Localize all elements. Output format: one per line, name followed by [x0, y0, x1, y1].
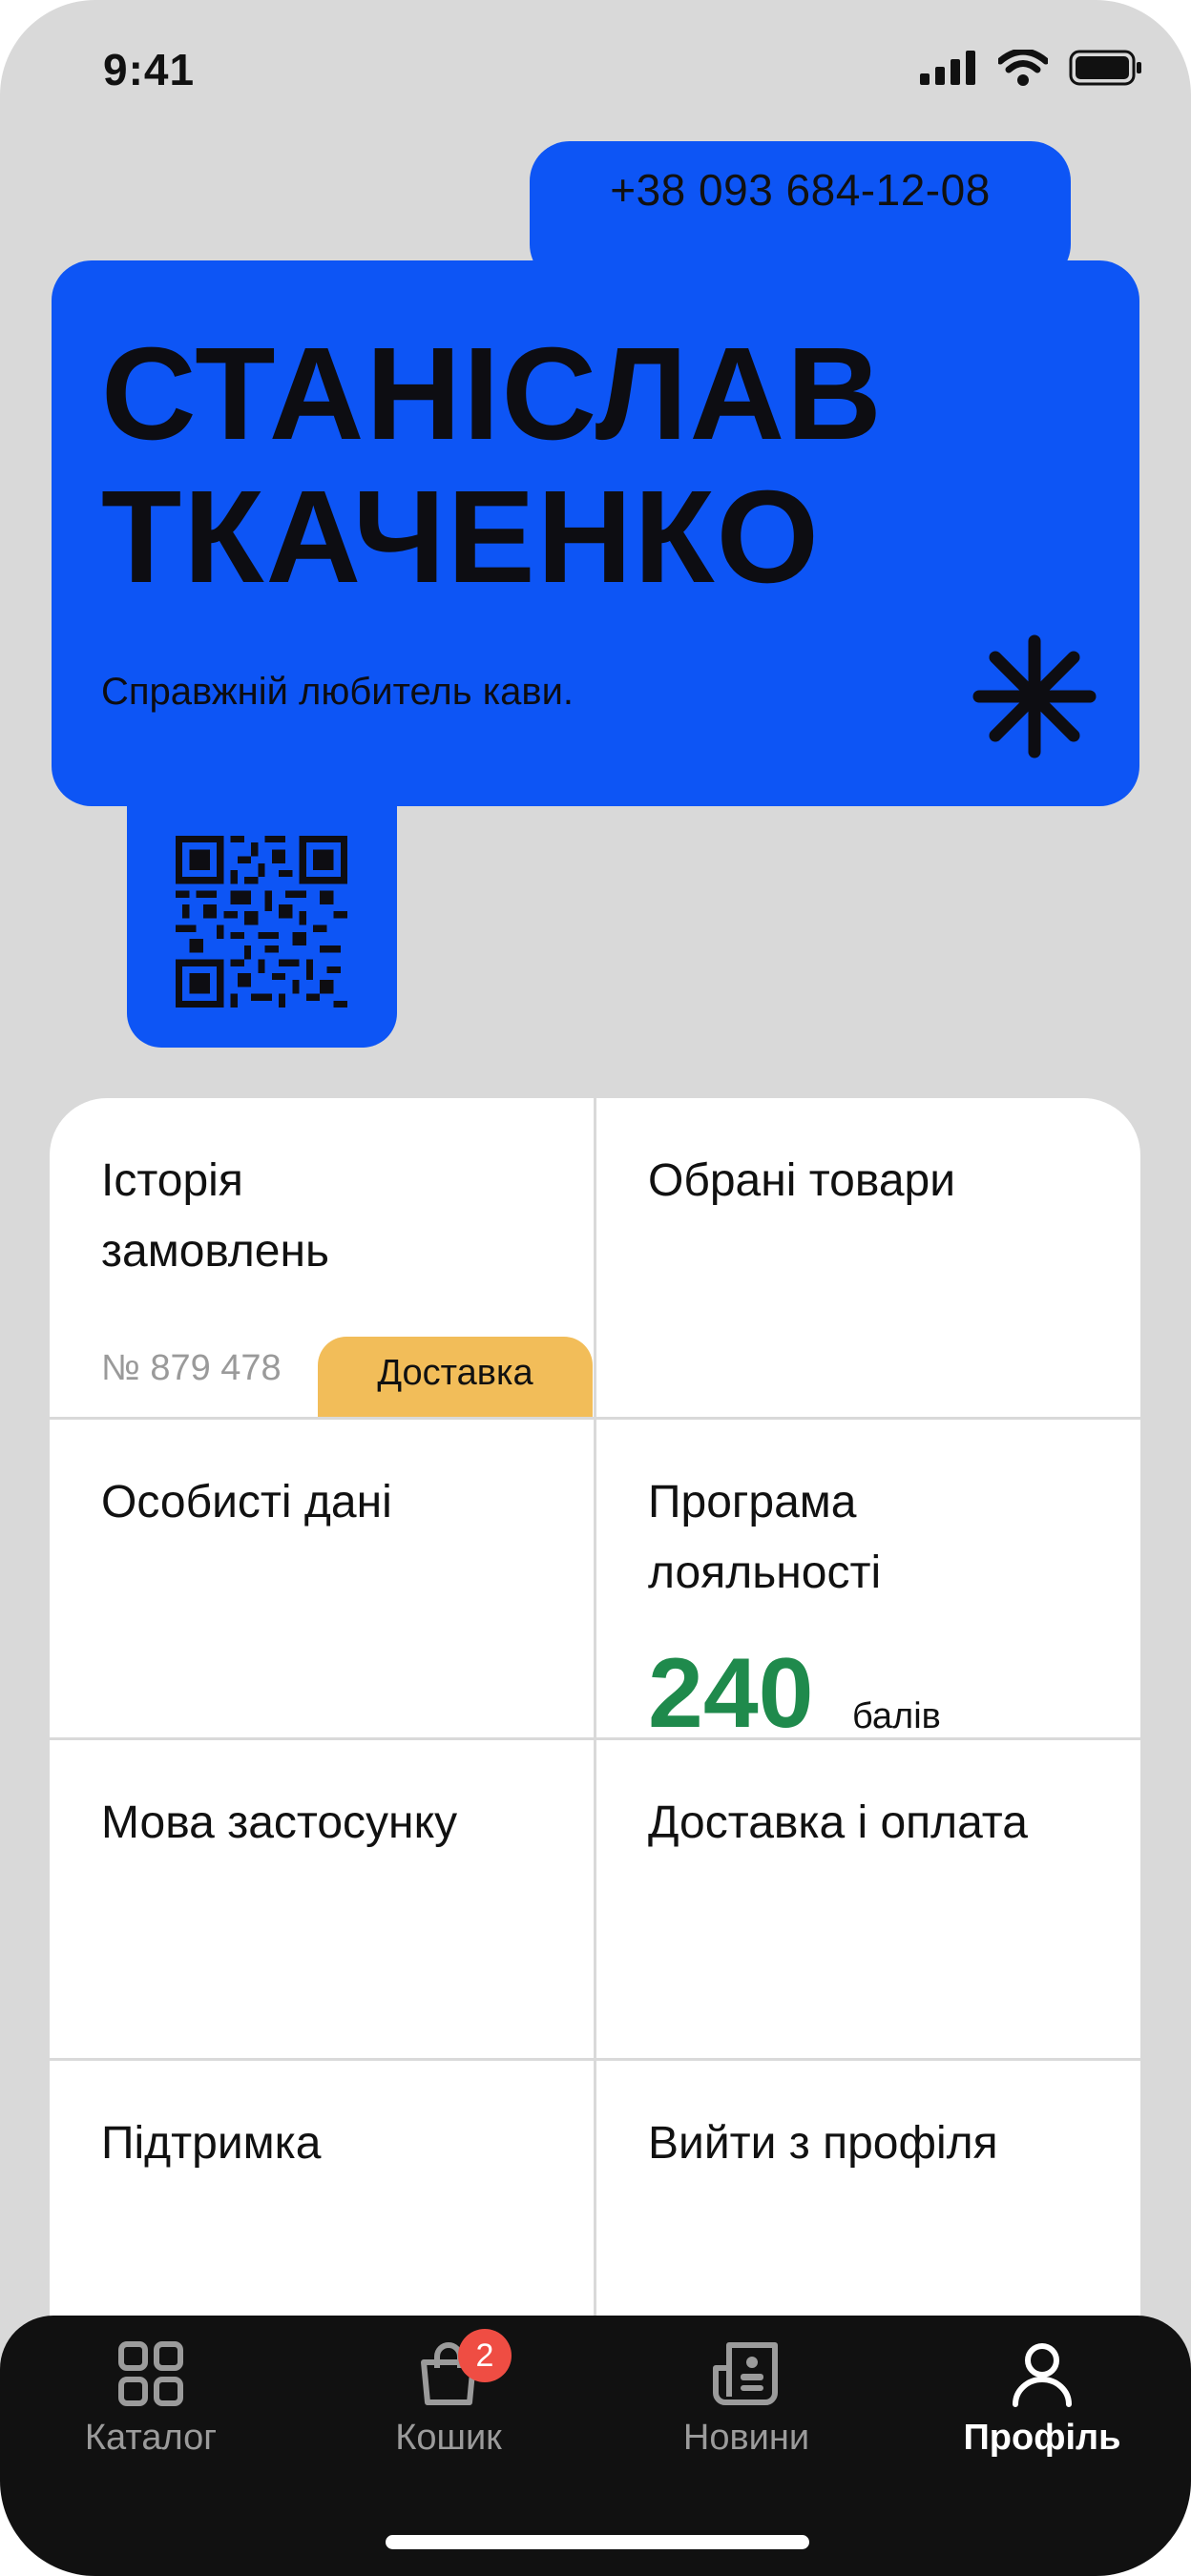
- menu-title: Доставка і оплата: [648, 1797, 1028, 1848]
- tab-profile[interactable]: Профіль: [928, 2339, 1157, 2459]
- menu-title: Обрані товари: [648, 1155, 956, 1206]
- menu-title: Підтримка: [101, 2118, 322, 2169]
- status-time: 9:41: [103, 45, 196, 94]
- phone-screen: 9:41 +38 093 684-12-08 СТАНІСЛАВ ТКАЧЕНК…: [0, 0, 1191, 2576]
- menu-title: Програма лояльності: [648, 1477, 882, 1598]
- news-icon: [713, 2342, 778, 2405]
- tab-label: Кошик: [395, 2418, 502, 2458]
- menu-favorites[interactable]: Обрані товари: [596, 1098, 1140, 1417]
- signal-icon: [920, 51, 975, 85]
- profile-name: СТАНІСЛАВ ТКАЧЕНКО: [101, 322, 884, 609]
- menu-loyalty[interactable]: Програма лояльності 240 балів: [596, 1420, 1140, 1749]
- profile-tagline: Справжній любитель кави.: [101, 671, 575, 713]
- last-name: ТКАЧЕНКО: [101, 464, 821, 611]
- first-name: СТАНІСЛАВ: [101, 321, 884, 467]
- user-icon: [1013, 2343, 1072, 2407]
- cart-count-badge: 2: [458, 2329, 512, 2382]
- tab-news[interactable]: Новини: [632, 2339, 861, 2459]
- status-badge: Доставка: [318, 1337, 593, 1417]
- status-icons: [920, 50, 1143, 86]
- wifi-icon: [998, 50, 1048, 86]
- tab-label: Новини: [682, 2418, 810, 2458]
- menu-order-history[interactable]: Історія замовлень № 879 478 Доставка: [50, 1098, 594, 1417]
- menu-support[interactable]: Підтримка: [50, 2061, 594, 2338]
- menu-logout[interactable]: Вийти з профіля: [596, 2061, 1140, 2338]
- home-indicator[interactable]: [386, 2535, 809, 2549]
- menu-delivery-payment[interactable]: Доставка і оплата: [596, 1740, 1140, 2059]
- asterisk-icon: [972, 634, 1097, 758]
- order-number: № 879 478: [101, 1348, 282, 1388]
- loyalty-points-unit: балів: [852, 1696, 941, 1736]
- tab-label: Профіль: [963, 2418, 1121, 2458]
- tab-cart[interactable]: Кошик: [334, 2339, 563, 2459]
- menu-title: Мова застосунку: [101, 1797, 458, 1848]
- qr-code-icon[interactable]: [176, 836, 347, 1008]
- loyalty-points: 240: [648, 1638, 814, 1749]
- menu-title: Історія замовлень: [101, 1155, 330, 1277]
- tab-catalog[interactable]: Каталог: [36, 2339, 265, 2459]
- menu-language[interactable]: Мова застосунку: [50, 1740, 594, 2059]
- profile-menu-grid: Історія замовлень № 879 478 Доставка Обр…: [50, 1098, 1140, 2338]
- grid-icon: [118, 2341, 183, 2406]
- battery-icon: [1069, 50, 1141, 86]
- menu-personal-data[interactable]: Особисті дані: [50, 1420, 594, 1738]
- menu-title: Вийти з профіля: [648, 2118, 998, 2169]
- tab-label: Каталог: [84, 2418, 218, 2458]
- menu-title: Особисті дані: [101, 1477, 392, 1527]
- phone-number: +38 093 684-12-08: [610, 165, 991, 215]
